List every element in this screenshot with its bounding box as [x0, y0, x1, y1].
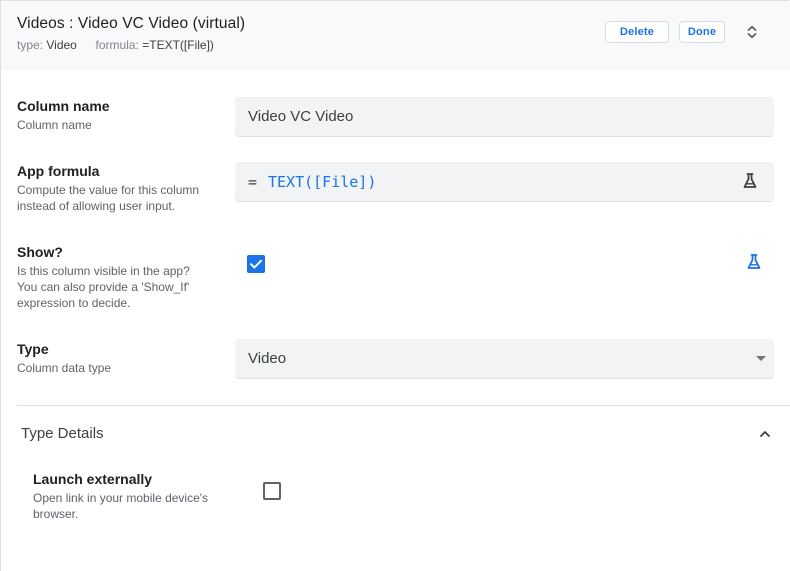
- formula-key: formula:: [95, 38, 139, 52]
- launch-externally-description-line: browser.: [33, 507, 79, 521]
- launch-externally-description: Open link in your mobile device's browse…: [33, 490, 208, 522]
- type-details-title[interactable]: Type Details: [21, 425, 104, 442]
- app-formula-description-line: instead of allowing user input.: [17, 199, 176, 213]
- section-divider: [17, 405, 790, 406]
- formula-value: =TEXT([File]): [142, 38, 214, 52]
- chevron-up-icon[interactable]: [757, 426, 773, 442]
- type-label: Type: [17, 341, 49, 357]
- type-key: type:: [17, 38, 44, 52]
- column-name-value: Video VC Video: [248, 108, 354, 125]
- show-description-line: You can also provide a 'Show_If': [17, 280, 190, 294]
- app-formula-description-line: Compute the value for this column: [17, 183, 200, 197]
- column-name-input[interactable]: Video VC Video: [235, 97, 774, 137]
- checkmark-icon: [250, 259, 262, 269]
- app-formula-value: TEXT([File]): [268, 173, 377, 191]
- app-formula-description: Compute the value for this column instea…: [17, 182, 199, 214]
- type-value: Video: [46, 38, 77, 52]
- launch-externally-description-line: Open link in your mobile device's: [33, 491, 209, 505]
- show-description-line: expression to decide.: [17, 296, 131, 310]
- show-description-line: Is this column visible in the app?: [17, 264, 190, 278]
- column-summary: type: Video formula: =TEXT([File]): [17, 38, 214, 52]
- column-name-description: Column name: [17, 118, 92, 132]
- unfold-more-icon[interactable]: [743, 23, 761, 41]
- app-formula-input[interactable]: = TEXT([File]): [235, 162, 774, 202]
- show-checkbox[interactable]: [247, 255, 265, 273]
- dropdown-arrow-icon: [756, 356, 766, 361]
- column-title: Videos : Video VC Video (virtual): [17, 15, 246, 32]
- done-button[interactable]: Done: [679, 21, 725, 43]
- type-selected-value: Video: [248, 350, 287, 367]
- column-editor-panel: Videos : Video VC Video (virtual) type: …: [0, 0, 790, 571]
- flask-icon[interactable]: [744, 252, 764, 272]
- column-header: Videos : Video VC Video (virtual) type: …: [1, 1, 790, 70]
- flask-icon[interactable]: [740, 171, 760, 191]
- app-formula-label: App formula: [17, 163, 100, 179]
- show-label: Show?: [17, 244, 63, 260]
- launch-externally-label: Launch externally: [33, 471, 153, 487]
- formula-equals-sign: =: [248, 173, 258, 191]
- delete-button[interactable]: Delete: [605, 21, 669, 43]
- show-description: Is this column visible in the app? You c…: [17, 263, 190, 311]
- launch-externally-checkbox[interactable]: [263, 482, 281, 500]
- type-description: Column data type: [17, 361, 112, 375]
- type-select[interactable]: Video: [235, 339, 774, 379]
- column-name-label: Column name: [17, 98, 110, 114]
